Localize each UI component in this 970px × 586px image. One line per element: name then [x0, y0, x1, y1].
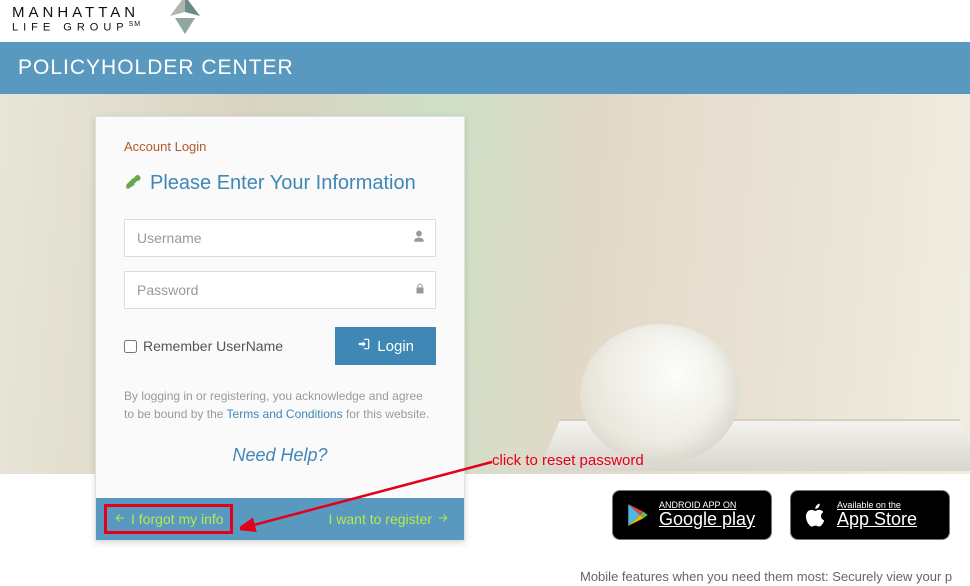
username-input[interactable] — [124, 219, 436, 257]
hero-area: Account Login Please Enter Your Informat… — [0, 94, 970, 474]
apple-icon — [803, 500, 829, 530]
remember-checkbox[interactable] — [124, 340, 137, 353]
app-store-badge[interactable]: Available on the App Store — [790, 490, 950, 540]
arrow-left-icon — [113, 511, 127, 527]
brand-bar: MANHATTAN LIFE GROUPSM — [0, 0, 970, 42]
user-icon — [412, 230, 426, 247]
password-field-wrap — [124, 271, 436, 309]
brand-mark-icon — [165, 0, 205, 34]
username-field-wrap — [124, 219, 436, 257]
need-help-link[interactable]: Need Help? — [124, 437, 436, 480]
annotation-text: click to reset password — [492, 452, 644, 469]
brand-line1: MANHATTAN — [12, 4, 958, 21]
mobile-tagline: Mobile features when you need them most:… — [580, 569, 970, 584]
login-card-footer: I forgot my info I want to register — [96, 498, 464, 540]
arrow-right-icon — [436, 511, 450, 527]
key-icon — [124, 172, 142, 195]
login-disclaimer: By logging in or registering, you acknow… — [124, 387, 436, 423]
brand-logo: MANHATTAN LIFE GROUPSM — [12, 4, 958, 34]
forgot-info-link[interactable]: I forgot my info — [104, 504, 233, 534]
password-input[interactable] — [124, 271, 436, 309]
login-card-title: Account Login — [124, 139, 436, 154]
brand-line2: LIFE GROUPSM — [12, 21, 958, 34]
lock-icon — [414, 282, 426, 299]
signin-icon — [357, 337, 371, 355]
remember-row: Remember UserName Login — [124, 327, 436, 365]
register-link[interactable]: I want to register — [329, 510, 451, 528]
page-title: POLICYHOLDER CENTER — [18, 56, 294, 79]
hero-cup-decor — [580, 324, 740, 464]
remember-label[interactable]: Remember UserName — [124, 338, 283, 354]
terms-link[interactable]: Terms and Conditions — [227, 407, 343, 421]
page-header: POLICYHOLDER CENTER — [0, 42, 970, 94]
google-play-icon — [625, 501, 651, 529]
login-card: Account Login Please Enter Your Informat… — [95, 116, 465, 541]
login-heading: Please Enter Your Information — [124, 172, 436, 195]
login-button[interactable]: Login — [335, 327, 436, 365]
google-play-badge[interactable]: ANDROID APP ON Google play — [612, 490, 772, 540]
